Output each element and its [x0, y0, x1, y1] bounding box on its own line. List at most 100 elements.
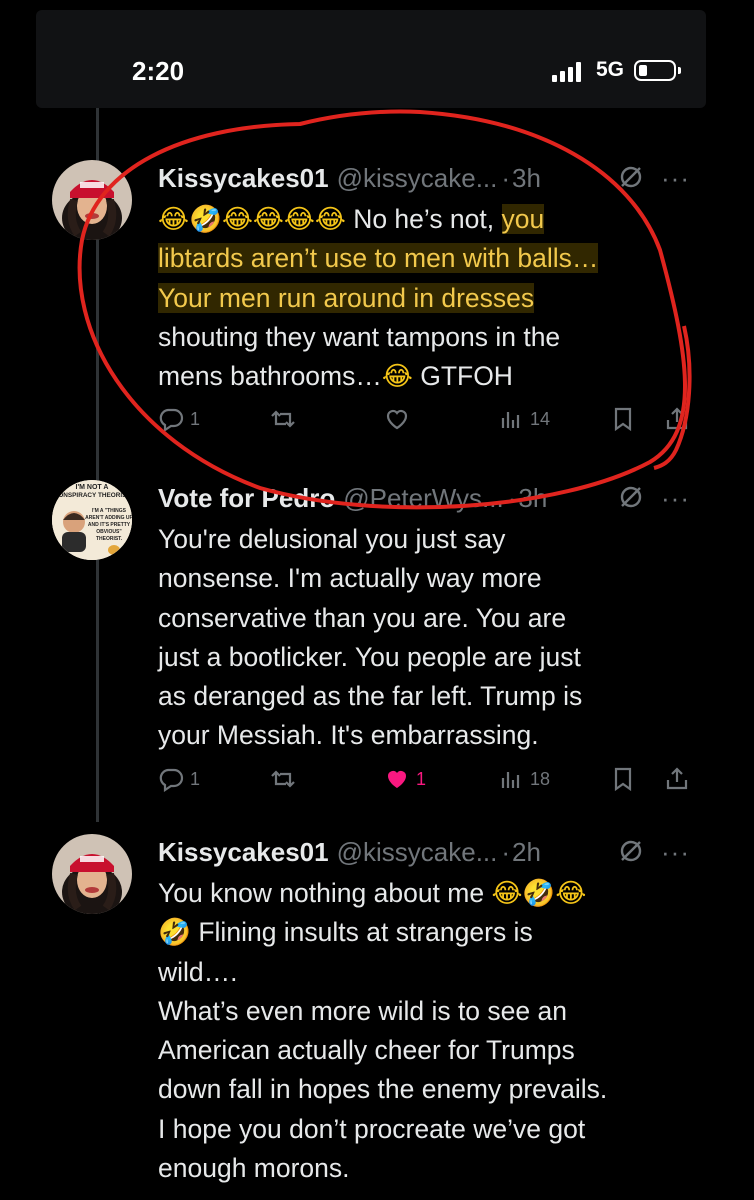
like-button[interactable]: 1	[384, 766, 426, 792]
views-button[interactable]: 14	[498, 406, 550, 432]
emoji: 😂	[381, 361, 413, 393]
share-button[interactable]	[664, 766, 690, 792]
tweet-line: American actually cheer for Trumps	[158, 1035, 575, 1066]
user-handle[interactable]: @kissycake...	[337, 837, 498, 868]
emoji: 😂🤣😂😂😂😂	[158, 204, 346, 235]
screenshot: 2:20 5G Kissycakes01 @kissycake... · 3h …	[0, 0, 754, 1200]
display-name[interactable]: Kissycakes01	[158, 837, 329, 868]
tweet-line: 🤣 Flining insults at strangers is	[158, 913, 698, 952]
bookmark-icon	[614, 407, 632, 432]
heart-icon	[386, 409, 408, 430]
grok-icon[interactable]	[618, 484, 644, 510]
tweet-line: You know nothing about me 😂🤣😂	[158, 874, 698, 913]
tweet-line: What’s even more wild is to see an	[158, 995, 567, 1026]
user-handle[interactable]: @kissycake...	[337, 163, 498, 194]
emoji: 😂🤣😂	[491, 878, 587, 909]
share-icon	[666, 767, 688, 790]
tweet-line: as deranged as the far left. Trump is	[158, 681, 583, 712]
bookmark-icon	[614, 767, 632, 792]
svg-text:AND IT'S PRETTY: AND IT'S PRETTY	[88, 522, 131, 528]
tweet-text: You know nothing about me 😂🤣😂 🤣 Flining …	[158, 874, 698, 1188]
like-count: 1	[416, 768, 427, 789]
tweet-line: libtards aren’t use to men with balls…	[158, 239, 698, 278]
tweet-header: Vote for Pedro @PeterWys... · 3h	[158, 480, 698, 516]
separator-dot: ·	[501, 162, 511, 193]
repost-button[interactable]	[270, 766, 296, 792]
separator-dot: ·	[507, 482, 517, 513]
share-icon	[666, 407, 688, 430]
tweet-header: Kissycakes01 @kissycake... · 2h	[158, 834, 698, 870]
views-icon	[501, 772, 520, 788]
more-options-icon[interactable]: ···	[661, 483, 690, 514]
battery-nub-icon	[678, 67, 681, 74]
signal-icon	[552, 62, 584, 82]
svg-text:THEORIST.: THEORIST.	[96, 536, 123, 542]
svg-text:AREN'T ADDING UP: AREN'T ADDING UP	[85, 515, 132, 521]
views-button[interactable]: 18	[498, 766, 550, 792]
svg-text:OBVIOUS": OBVIOUS"	[96, 529, 122, 535]
reply-button[interactable]: 1	[158, 406, 200, 432]
text-run: Flining insults at strangers is	[191, 917, 533, 948]
display-name[interactable]: Vote for Pedro	[158, 483, 335, 514]
text-run: GTFOH	[412, 361, 513, 392]
battery-icon	[634, 60, 676, 81]
tweet[interactable]: I'M NOT A CONSPIRACY THEORIST I'M A "THI…	[52, 480, 692, 800]
highlighted-text: Your men run around in dresses	[158, 282, 535, 313]
text-run: shouting they want tampons in the	[158, 321, 561, 352]
avatar-text: I'M NOT A	[76, 484, 109, 491]
post-time[interactable]: 3h	[518, 483, 547, 514]
avatar[interactable]: I'M NOT A CONSPIRACY THEORIST I'M A "THI…	[52, 480, 132, 560]
views-icon	[501, 412, 520, 428]
text-run: No he’s not,	[345, 204, 502, 234]
highlighted-text: libtards aren’t use to men with balls…	[158, 243, 599, 274]
avatar[interactable]	[52, 160, 132, 240]
avatar-text: CONSPIRACY THEORIST	[54, 492, 131, 499]
status-time: 2:20	[132, 56, 185, 86]
tweet-line: nonsense. I'm actually way more	[158, 563, 542, 594]
user-handle[interactable]: @PeterWys...	[343, 483, 504, 514]
tweet-text: 😂🤣😂😂😂😂 No he’s not, you libtards aren’t …	[158, 200, 698, 396]
tweet-line: 😂🤣😂😂😂😂 No he’s not, you	[158, 200, 698, 239]
status-bar: 2:20 5G	[36, 10, 706, 108]
post-time[interactable]: 3h	[512, 163, 541, 194]
repost-icon	[271, 410, 295, 428]
bookmark-button[interactable]	[610, 406, 636, 432]
text-run: You know nothing about me	[158, 878, 492, 908]
avatar[interactable]	[52, 834, 132, 914]
heart-filled-icon	[388, 771, 406, 788]
tweet[interactable]: Kissycakes01 @kissycake... · 3h ··· 😂🤣😂😂…	[52, 160, 692, 450]
reply-count: 1	[190, 768, 201, 789]
tweet-actions: 1 14	[158, 406, 698, 436]
tweet-line: down fall in hopes the enemy prevails.	[158, 1074, 608, 1105]
post-time[interactable]: 2h	[512, 837, 541, 868]
like-button[interactable]	[384, 406, 410, 432]
bookmark-button[interactable]	[610, 766, 636, 792]
more-options-icon[interactable]: ···	[661, 163, 690, 194]
tweet-line: shouting they want tampons in the	[158, 318, 698, 357]
more-options-icon[interactable]: ···	[661, 837, 690, 868]
highlighted-text: you	[501, 204, 545, 234]
tweet-text: You're delusional you just say nonsense.…	[158, 520, 698, 756]
grok-icon[interactable]	[618, 164, 644, 190]
share-button[interactable]	[664, 406, 690, 432]
reply-button[interactable]: 1	[158, 766, 200, 792]
network-type: 5G	[596, 58, 625, 81]
views-count: 18	[530, 768, 551, 789]
tweet-line: Your men run around in dresses	[158, 279, 698, 318]
reply-icon	[159, 408, 184, 432]
repost-button[interactable]	[270, 406, 296, 432]
emoji: 🤣	[158, 917, 191, 949]
tweet-header: Kissycakes01 @kissycake... · 3h	[158, 160, 698, 196]
reply-count: 1	[190, 408, 201, 429]
tweet-line: your Messiah. It's embarrassing.	[158, 720, 539, 751]
tweet-line: You're delusional you just say	[158, 524, 506, 554]
tweet-actions: 1 1 18	[158, 766, 698, 796]
tweet-line: mens bathrooms…😂 GTFOH	[158, 357, 698, 396]
display-name[interactable]: Kissycakes01	[158, 163, 329, 194]
tweet-line: conservative than you are. You are	[158, 602, 567, 633]
tweet-line: wild….	[158, 956, 238, 987]
grok-icon[interactable]	[618, 838, 644, 864]
tweet-line: I hope you don’t procreate we’ve got	[158, 1113, 586, 1144]
tweet[interactable]: Kissycakes01 @kissycake... · 2h ··· You …	[52, 834, 692, 1200]
separator-dot: ·	[501, 836, 511, 867]
